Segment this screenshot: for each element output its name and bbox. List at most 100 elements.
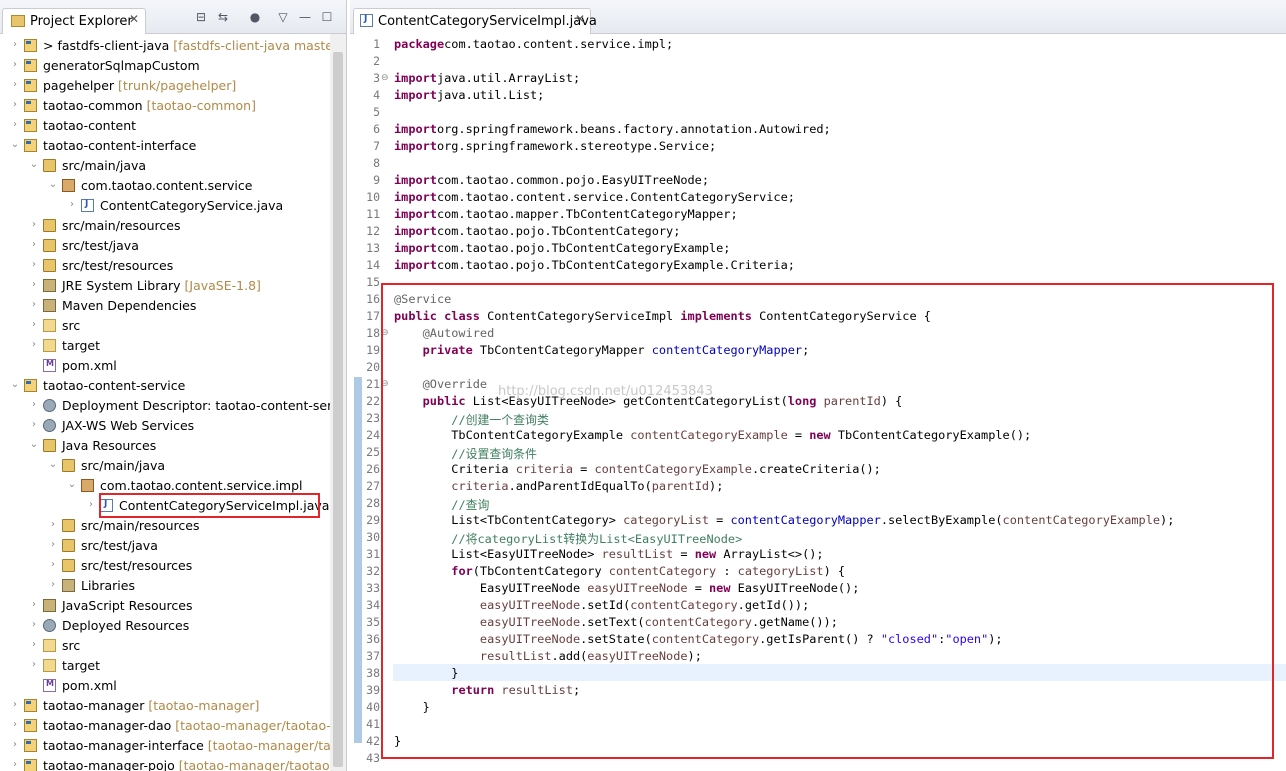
collapsed-arrow-icon[interactable]: › — [29, 319, 39, 330]
minimize-icon[interactable]: — — [298, 10, 312, 24]
collapsed-arrow-icon[interactable]: › — [29, 259, 39, 270]
code-line[interactable]: importcom.taotao.common.pojo.EasyUITreeN… — [394, 173, 709, 187]
tree-item[interactable]: › src — [0, 636, 330, 656]
filter-icon[interactable]: ● — [248, 10, 262, 24]
expanded-arrow-icon[interactable]: ⌄ — [67, 479, 77, 490]
tree-item[interactable]: › taotao-manager [taotao-manager] — [0, 696, 330, 716]
line-number: 16 — [366, 292, 380, 306]
tree-item[interactable]: › generatorSqlmapCustom — [0, 56, 330, 76]
tree-item[interactable]: › taotao-common [taotao-common] — [0, 96, 330, 116]
tree-item[interactable]: › Deployed Resources — [0, 616, 330, 636]
collapsed-arrow-icon[interactable]: › — [48, 519, 58, 530]
explorer-scrollbar-thumb[interactable] — [333, 52, 343, 767]
tree-item[interactable]: ⌄ taotao-content-service — [0, 376, 330, 396]
tab-project-explorer[interactable]: Project Explorer ✕ — [2, 8, 146, 34]
tree-item[interactable]: ⌄ src/main/java — [0, 456, 330, 476]
code-line[interactable]: importorg.springframework.beans.factory.… — [394, 122, 831, 136]
collapsed-arrow-icon[interactable]: › — [10, 79, 20, 90]
collapsed-arrow-icon[interactable]: › — [29, 599, 39, 610]
code-line[interactable]: importcom.taotao.pojo.TbContentCategoryE… — [394, 258, 795, 272]
tree-item-label: Deployment Descriptor: taotao-content-se… — [62, 398, 344, 413]
collapsed-arrow-icon[interactable]: › — [48, 579, 58, 590]
collapsed-arrow-icon[interactable]: › — [10, 719, 20, 730]
collapsed-arrow-icon[interactable]: › — [10, 739, 20, 750]
collapsed-arrow-icon[interactable]: › — [29, 279, 39, 290]
collapsed-arrow-icon[interactable]: › — [48, 559, 58, 570]
tree-item[interactable]: › src/test/java — [0, 236, 330, 256]
collapsed-arrow-icon[interactable]: › — [10, 699, 20, 710]
collapsed-arrow-icon[interactable]: › — [29, 659, 39, 670]
tree-item[interactable]: › src/main/resources — [0, 216, 330, 236]
tree-item[interactable]: ⌄ src/main/java — [0, 156, 330, 176]
view-menu-icon[interactable]: ▽ — [276, 10, 290, 24]
tree-item[interactable]: › Maven Dependencies — [0, 296, 330, 316]
tree-item[interactable]: › taotao-content — [0, 116, 330, 136]
maven-project-icon — [24, 759, 37, 771]
collapsed-arrow-icon[interactable]: › — [29, 399, 39, 410]
tree-item-decoration: [taotao-common] — [142, 98, 256, 113]
code-line[interactable]: importcom.taotao.pojo.TbContentCategoryE… — [394, 241, 730, 255]
code-line[interactable]: importcom.taotao.pojo.TbContentCategory; — [394, 224, 680, 238]
tree-item[interactable]: pom.xml — [0, 356, 330, 376]
collapsed-arrow-icon[interactable]: › — [29, 299, 39, 310]
tree-item[interactable]: › target — [0, 656, 330, 676]
collapsed-arrow-icon[interactable]: › — [29, 339, 39, 350]
collapsed-arrow-icon[interactable]: › — [29, 419, 39, 430]
code-line[interactable]: importjava.util.List; — [394, 88, 544, 102]
tab-content-category-service-impl[interactable]: ContentCategoryServiceImpl.java ✕ — [353, 8, 597, 34]
expanded-arrow-icon[interactable]: ⌄ — [48, 459, 58, 470]
tree-item[interactable]: › ContentCategoryService.java — [0, 196, 330, 216]
expanded-arrow-icon[interactable]: ⌄ — [29, 159, 39, 170]
tree-item[interactable]: › src/main/resources — [0, 516, 330, 536]
tree-item[interactable]: › src/test/resources — [0, 256, 330, 276]
collapsed-arrow-icon[interactable]: › — [10, 59, 20, 70]
fold-toggle-icon[interactable]: ⊖ — [381, 73, 389, 83]
collapsed-arrow-icon[interactable]: › — [86, 499, 96, 510]
tree-item[interactable]: › taotao-manager-dao [taotao-manager/taot… — [0, 716, 343, 736]
tree-item-label: src/main/resources — [81, 518, 200, 533]
tree-item[interactable]: › taotao-manager-pojo [taotao-manager/tao… — [0, 756, 334, 771]
tree-item[interactable]: › JavaScript Resources — [0, 596, 330, 616]
tree-item[interactable]: › > fastdfs-client-java [fastdfs-client-j… — [0, 36, 343, 56]
collapsed-arrow-icon[interactable]: › — [10, 99, 20, 110]
collapse-all-icon[interactable]: ⊟ — [194, 10, 208, 24]
link-with-editor-icon[interactable]: ⇆ — [216, 10, 230, 24]
collapsed-arrow-icon[interactable]: › — [48, 539, 58, 550]
collapsed-arrow-icon[interactable]: › — [29, 619, 39, 630]
tree-item[interactable]: › taotao-manager-interface [taotao-manage… — [0, 736, 343, 756]
tree-item[interactable]: ⌄ com.taotao.content.service — [0, 176, 330, 196]
tree-item[interactable]: › src/test/java — [0, 536, 330, 556]
code-line[interactable]: importcom.taotao.mapper.TbContentCategor… — [394, 207, 738, 221]
tree-item[interactable]: › src — [0, 316, 330, 336]
tree-item[interactable]: › Libraries — [0, 576, 330, 596]
expanded-arrow-icon[interactable]: ⌄ — [10, 379, 20, 390]
tree-item[interactable]: › JRE System Library [JavaSE-1.8] — [0, 276, 330, 296]
expanded-arrow-icon[interactable]: ⌄ — [10, 139, 20, 150]
tree-item[interactable]: ⌄ Java Resources — [0, 436, 330, 456]
close-icon[interactable]: ✕ — [575, 12, 585, 26]
collapsed-arrow-icon[interactable]: › — [29, 219, 39, 230]
tree-item[interactable]: › pagehelper [trunk/pagehelper] — [0, 76, 330, 96]
tree-item[interactable]: › Deployment Descriptor: taotao-content-s… — [0, 396, 343, 416]
code-line[interactable]: importcom.taotao.content.service.Content… — [394, 190, 795, 204]
collapsed-arrow-icon[interactable]: › — [10, 759, 20, 770]
close-icon[interactable]: ✕ — [129, 12, 139, 26]
maximize-icon[interactable]: ☐ — [320, 10, 334, 24]
tree-item[interactable]: › src/test/resources — [0, 556, 330, 576]
collapsed-arrow-icon[interactable]: › — [67, 199, 77, 210]
collapsed-arrow-icon[interactable]: › — [29, 239, 39, 250]
collapsed-arrow-icon[interactable]: › — [29, 639, 39, 650]
expanded-arrow-icon[interactable]: ⌄ — [48, 179, 58, 190]
tree-item[interactable]: › target — [0, 336, 330, 356]
tree-item[interactable]: ⌄ taotao-content-interface — [0, 136, 330, 156]
tree-item[interactable]: pom.xml — [0, 676, 330, 696]
collapsed-arrow-icon[interactable]: › — [10, 39, 20, 50]
code-line[interactable]: packagecom.taotao.content.service.impl; — [394, 37, 673, 51]
tree-item-label: src/test/java — [62, 238, 139, 253]
code-line[interactable]: importorg.springframework.stereotype.Ser… — [394, 139, 716, 153]
expanded-arrow-icon[interactable]: ⌄ — [29, 439, 39, 450]
code-line[interactable]: importjava.util.ArrayList; — [394, 71, 580, 85]
maven-project-icon — [24, 39, 37, 52]
tree-item[interactable]: › JAX-WS Web Services — [0, 416, 330, 436]
collapsed-arrow-icon[interactable]: › — [10, 119, 20, 130]
